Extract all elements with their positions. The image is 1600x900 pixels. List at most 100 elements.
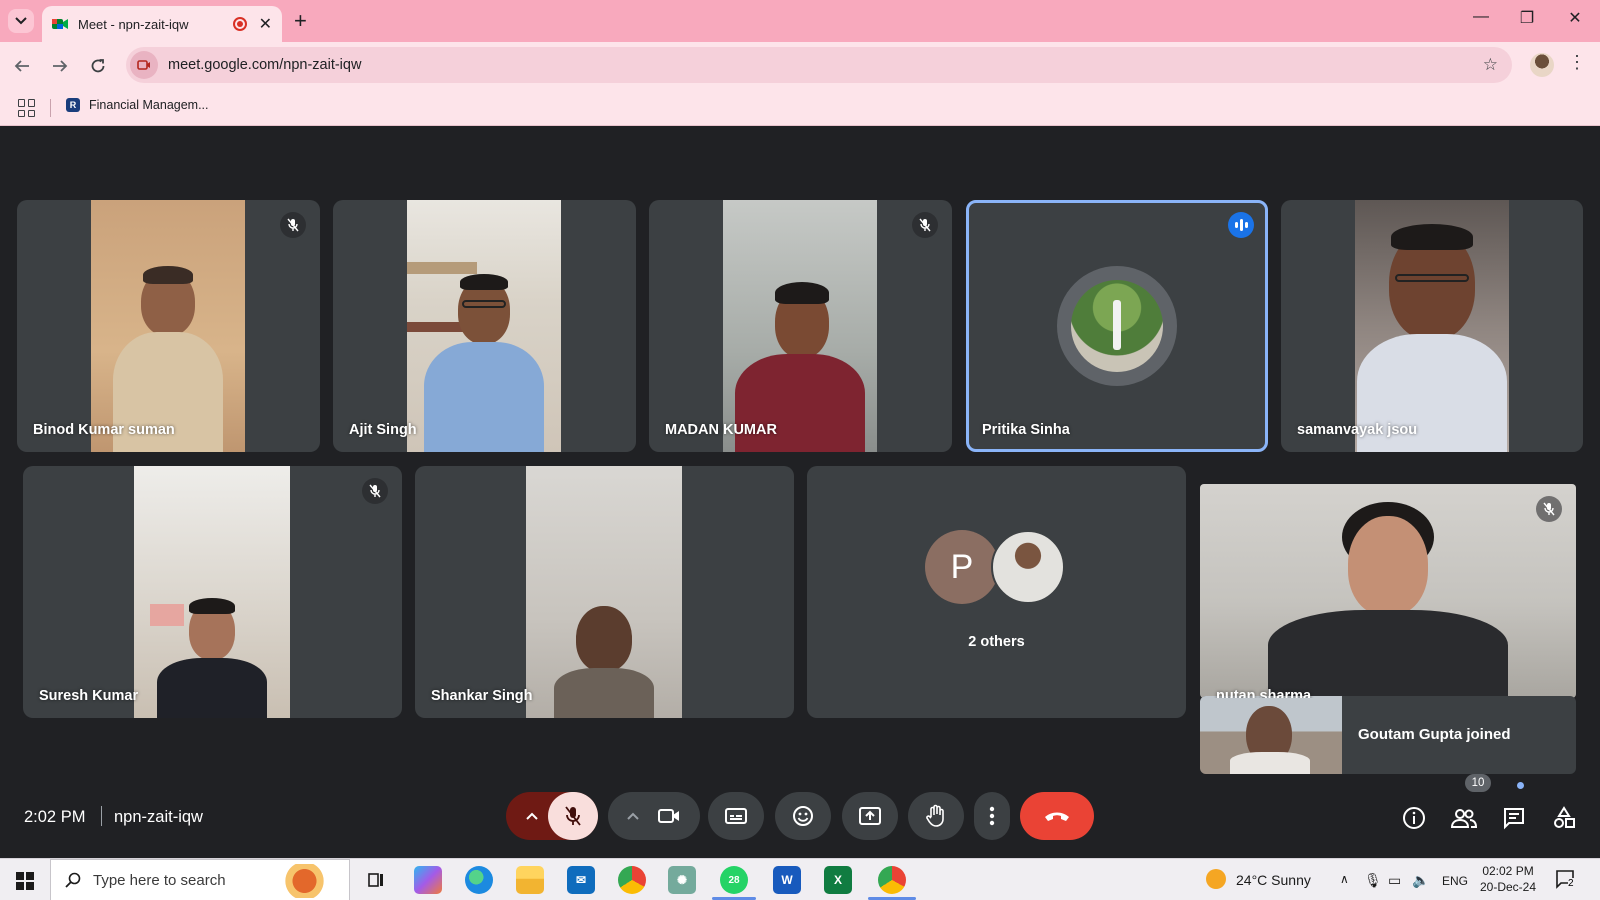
clock-date: 20-Dec-24	[1480, 880, 1537, 894]
mail-icon[interactable]: ✉	[567, 866, 595, 894]
participant-tile[interactable]: Binod Kumar suman	[17, 200, 320, 452]
participant-name: Ajit Singh	[349, 422, 417, 438]
browser-tab-meet[interactable]: Meet - npn-zait-iqw ✕	[42, 6, 282, 42]
notifications-icon[interactable]: 2	[1556, 870, 1578, 890]
join-notification: Goutam Gupta joined	[1200, 696, 1576, 774]
taskbar-search[interactable]: Type here to search	[50, 859, 350, 900]
participant-tile[interactable]: Suresh Kumar	[23, 466, 402, 718]
bookmark-star-icon[interactable]: ☆	[1483, 55, 1498, 75]
minimize-button[interactable]: —	[1458, 8, 1504, 26]
meet-control-bar: 2:02 PM npn-zait-iqw 10	[0, 774, 1600, 858]
meet-stage: Binod Kumar suman Ajit Singh MADAN KUMAR…	[0, 126, 1600, 858]
browser-menu-icon[interactable]: ⋮	[1568, 52, 1586, 73]
camera-toggle-button[interactable]	[608, 792, 700, 840]
taskbar-clock[interactable]: 02:02 PM 20-Dec-24	[1480, 863, 1536, 895]
task-view-icon[interactable]	[362, 866, 390, 894]
meeting-code: npn-zait-iqw	[114, 808, 203, 826]
bookmarks-divider	[50, 99, 51, 117]
participant-name: nutan sharma	[1216, 688, 1312, 698]
reactions-button[interactable]	[775, 792, 831, 840]
people-button[interactable]	[1450, 804, 1478, 832]
meeting-details-button[interactable]	[1400, 804, 1428, 832]
word-icon[interactable]: W	[773, 866, 801, 894]
address-bar[interactable]: meet.google.com/npn-zait-iqw ☆	[126, 47, 1512, 83]
forward-button[interactable]	[48, 54, 72, 78]
muted-mic-icon	[362, 478, 388, 504]
apps-grid-icon[interactable]	[18, 99, 36, 117]
participant-initial-avatar: P	[925, 530, 999, 604]
participant-tile[interactable]: Ajit Singh	[333, 200, 636, 452]
participant-tile[interactable]: MADAN KUMAR	[649, 200, 952, 452]
url-text: meet.google.com/npn-zait-iqw	[168, 57, 362, 73]
chevron-up-icon	[627, 812, 639, 820]
participant-tile[interactable]: nutan sharma	[1200, 484, 1576, 698]
excel-icon[interactable]: X	[824, 866, 852, 894]
chevron-up-icon	[526, 812, 538, 820]
participant-photo-avatar	[991, 530, 1065, 604]
info-icon	[1403, 807, 1425, 829]
meeting-time: 2:02 PM	[24, 808, 86, 826]
chrome-icon[interactable]	[618, 866, 646, 894]
site-info-button[interactable]	[130, 51, 158, 79]
activities-button[interactable]	[1550, 804, 1578, 832]
people-icon	[1451, 809, 1477, 828]
microphone-toggle-button[interactable]	[548, 792, 598, 840]
restore-button[interactable]: ❐	[1504, 8, 1550, 28]
copilot-icon[interactable]	[414, 866, 442, 894]
recording-indicator-icon	[232, 17, 247, 31]
leave-call-button[interactable]	[1020, 792, 1094, 840]
tray-overflow-icon[interactable]: ∧	[1340, 872, 1349, 886]
present-screen-button[interactable]	[842, 792, 898, 840]
arrow-right-icon	[53, 60, 68, 72]
edge-browser-icon[interactable]	[465, 866, 493, 894]
tab-title: Meet - npn-zait-iqw	[78, 16, 189, 32]
windows-start-icon[interactable]	[16, 872, 34, 890]
weather-text[interactable]: 24°C Sunny	[1236, 872, 1311, 888]
participant-count-badge: 10	[1465, 774, 1491, 792]
new-tab-button[interactable]: +	[294, 9, 307, 33]
emoji-icon	[793, 806, 813, 826]
chat-button[interactable]	[1500, 804, 1528, 832]
participant-tile[interactable]: samanvayak jsou	[1281, 200, 1583, 452]
volume-icon[interactable]: 🔈	[1412, 872, 1429, 889]
reload-button[interactable]	[86, 54, 110, 78]
raise-hand-button[interactable]	[908, 792, 964, 840]
mic-tray-icon[interactable]: 🎙	[1364, 872, 1382, 889]
captions-button[interactable]	[708, 792, 764, 840]
back-button[interactable]	[10, 54, 34, 78]
clock-time: 02:02 PM	[1482, 864, 1534, 878]
language-indicator[interactable]: ENG	[1442, 874, 1468, 888]
tab-search-button[interactable]	[8, 9, 34, 33]
chrome-active-icon[interactable]	[878, 866, 906, 894]
participant-name: MADAN KUMAR	[665, 422, 777, 438]
bar-divider	[101, 806, 102, 826]
battery-icon[interactable]: ▭	[1388, 872, 1401, 889]
window-close-button[interactable]: ✕	[1552, 8, 1598, 28]
chatgpt-icon[interactable]: ✺	[668, 866, 696, 894]
present-icon	[859, 807, 881, 825]
bookmark-label: Financial Managem...	[89, 98, 209, 112]
participant-name: Pritika Sinha	[982, 422, 1070, 438]
participant-tile[interactable]: Shankar Singh	[415, 466, 794, 718]
search-highlight-icon	[273, 864, 343, 898]
browser-toolbar: meet.google.com/npn-zait-iqw ☆ ⋮	[0, 42, 1600, 90]
participant-tile-speaking[interactable]: Pritika Sinha	[966, 200, 1268, 452]
more-options-button[interactable]	[974, 792, 1010, 840]
bookmarks-bar: R Financial Managem...	[0, 90, 1600, 126]
bookmark-financial[interactable]: R Financial Managem...	[66, 98, 209, 112]
participant-video	[134, 466, 290, 718]
avatar-photo	[1071, 280, 1163, 372]
participant-name: Binod Kumar suman	[33, 422, 175, 438]
chevron-down-icon	[15, 17, 27, 25]
participant-name: Shankar Singh	[431, 688, 533, 704]
tab-close-button[interactable]: ✕	[259, 14, 272, 34]
profile-avatar[interactable]	[1530, 53, 1554, 77]
file-explorer-icon[interactable]	[516, 866, 544, 894]
hand-icon	[926, 804, 944, 827]
weather-sun-icon	[1206, 869, 1226, 889]
activities-icon	[1554, 806, 1575, 828]
others-tile[interactable]: P 2 others	[807, 466, 1186, 718]
arrow-left-icon	[14, 60, 29, 72]
whatsapp-icon[interactable]: 28	[720, 866, 748, 894]
muted-mic-icon	[1536, 496, 1562, 522]
